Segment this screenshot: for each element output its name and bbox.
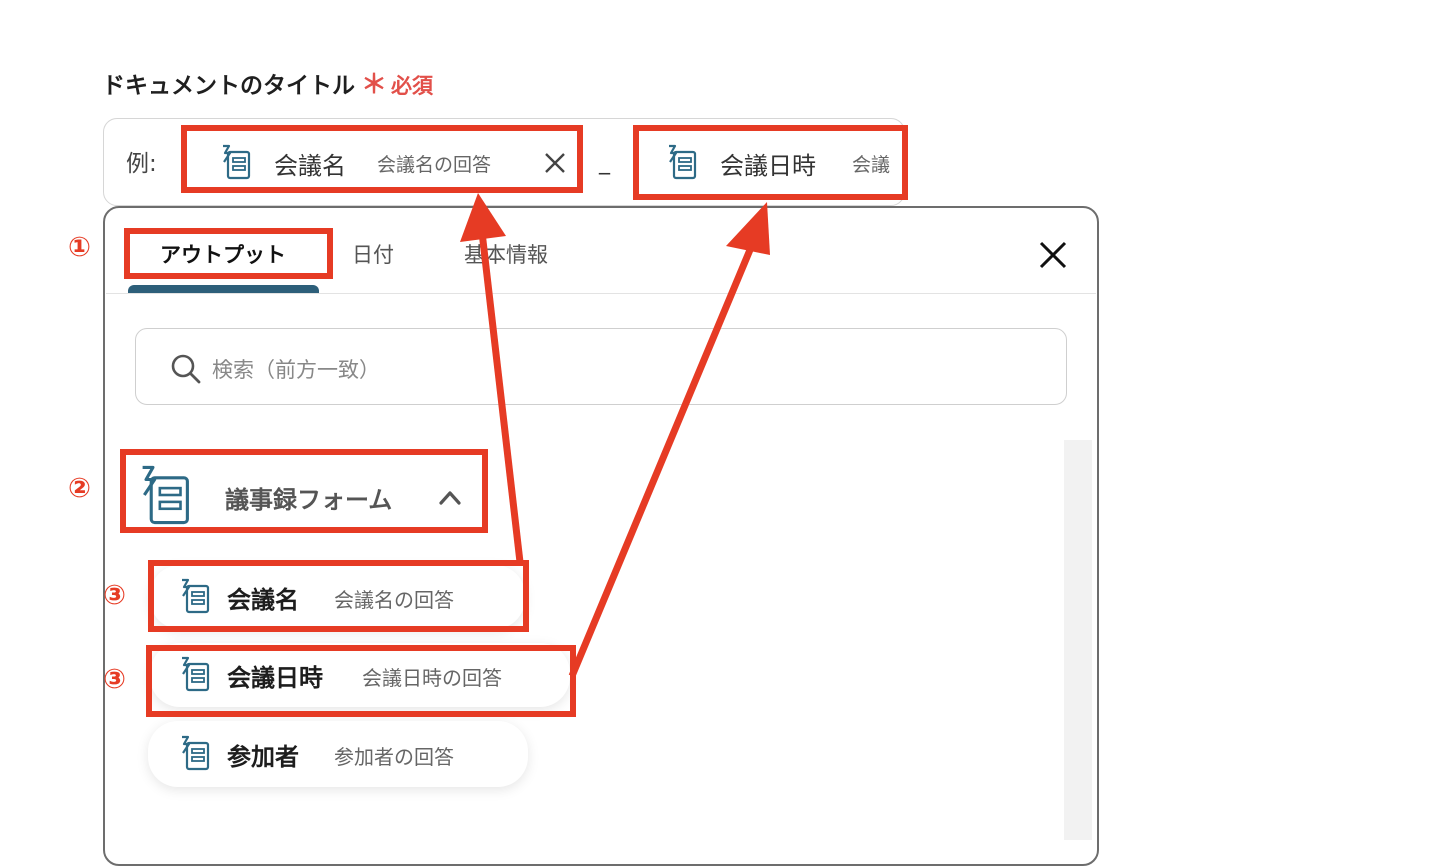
- highlight-box-tab: [124, 228, 333, 279]
- separator: _: [599, 150, 610, 175]
- form-document-icon: [182, 735, 210, 771]
- highlight-box-chip2: [633, 125, 908, 200]
- highlight-box-item1: [148, 560, 529, 632]
- list-item-sub: 参加者の回答: [334, 745, 454, 769]
- close-icon[interactable]: [1034, 236, 1072, 274]
- field-label-text: ドキュメントのタイトル: [102, 73, 355, 99]
- highlight-box-group: [120, 449, 488, 533]
- step-number-1: ①: [68, 232, 91, 263]
- list-item-label: 参加者: [227, 743, 299, 771]
- field-label: ドキュメントのタイトル＊必須: [102, 64, 433, 101]
- tab-date[interactable]: 日付: [352, 239, 394, 269]
- tab-basic-info[interactable]: 基本情報: [464, 239, 548, 269]
- highlight-box-chip1: [181, 125, 583, 193]
- active-tab-indicator: [128, 285, 319, 293]
- step-number-3a: ③: [103, 580, 126, 611]
- search-icon: [171, 354, 201, 384]
- step-number-3b: ③: [103, 664, 126, 695]
- step-number-2: ②: [68, 473, 91, 504]
- highlight-box-item2: [146, 645, 576, 717]
- example-prefix: 例:: [126, 151, 157, 177]
- required-text: 必須: [391, 74, 434, 98]
- scrollbar-track[interactable]: [1064, 440, 1092, 840]
- search-placeholder: 検索（前方一致）: [212, 358, 380, 382]
- required-mark: ＊: [361, 70, 388, 100]
- tab-divider: [106, 293, 1096, 294]
